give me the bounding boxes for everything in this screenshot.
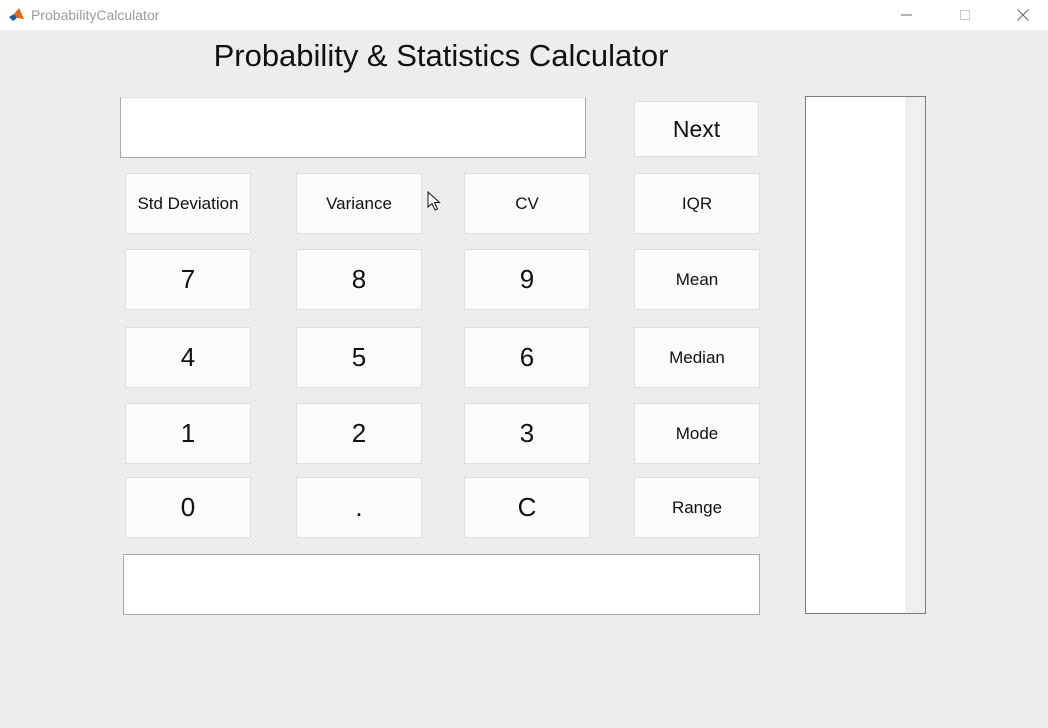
clear-button[interactable]: C xyxy=(464,477,590,538)
digit-6-button[interactable]: 6 xyxy=(464,327,590,388)
minimize-icon xyxy=(901,14,912,16)
matlab-logo-icon xyxy=(8,6,25,23)
digit-5-button[interactable]: 5 xyxy=(296,327,422,388)
mouse-cursor-icon xyxy=(427,191,441,211)
digit-7-button[interactable]: 7 xyxy=(125,249,251,310)
digit-0-button[interactable]: 0 xyxy=(125,477,251,538)
mean-button[interactable]: Mean xyxy=(634,249,760,310)
cv-button[interactable]: CV xyxy=(464,173,590,234)
minimize-button[interactable] xyxy=(884,0,930,30)
maximize-button[interactable] xyxy=(942,0,988,30)
maximize-icon xyxy=(960,10,970,20)
next-button[interactable]: Next xyxy=(634,101,759,157)
digit-9-button[interactable]: 9 xyxy=(464,249,590,310)
data-listbox[interactable] xyxy=(805,96,926,614)
listbox-scrollbar[interactable] xyxy=(905,97,925,613)
median-button[interactable]: Median xyxy=(634,327,760,388)
app-title: Probability & Statistics Calculator xyxy=(213,38,669,73)
mode-button[interactable]: Mode xyxy=(634,403,760,464)
input-field[interactable] xyxy=(120,97,586,158)
close-icon xyxy=(1017,9,1029,21)
range-button[interactable]: Range xyxy=(634,477,760,538)
digit-8-button[interactable]: 8 xyxy=(296,249,422,310)
window-titlebar[interactable]: ProbabilityCalculator xyxy=(0,0,1048,30)
output-field[interactable] xyxy=(123,554,760,615)
window-title: ProbabilityCalculator xyxy=(31,7,160,23)
std-deviation-button[interactable]: Std Deviation xyxy=(125,173,251,234)
iqr-button[interactable]: IQR xyxy=(634,173,760,234)
close-button[interactable] xyxy=(1000,0,1046,30)
variance-button[interactable]: Variance xyxy=(296,173,422,234)
digit-3-button[interactable]: 3 xyxy=(464,403,590,464)
digit-4-button[interactable]: 4 xyxy=(125,327,251,388)
digit-1-button[interactable]: 1 xyxy=(125,403,251,464)
decimal-button[interactable]: . xyxy=(296,477,422,538)
digit-2-button[interactable]: 2 xyxy=(296,403,422,464)
